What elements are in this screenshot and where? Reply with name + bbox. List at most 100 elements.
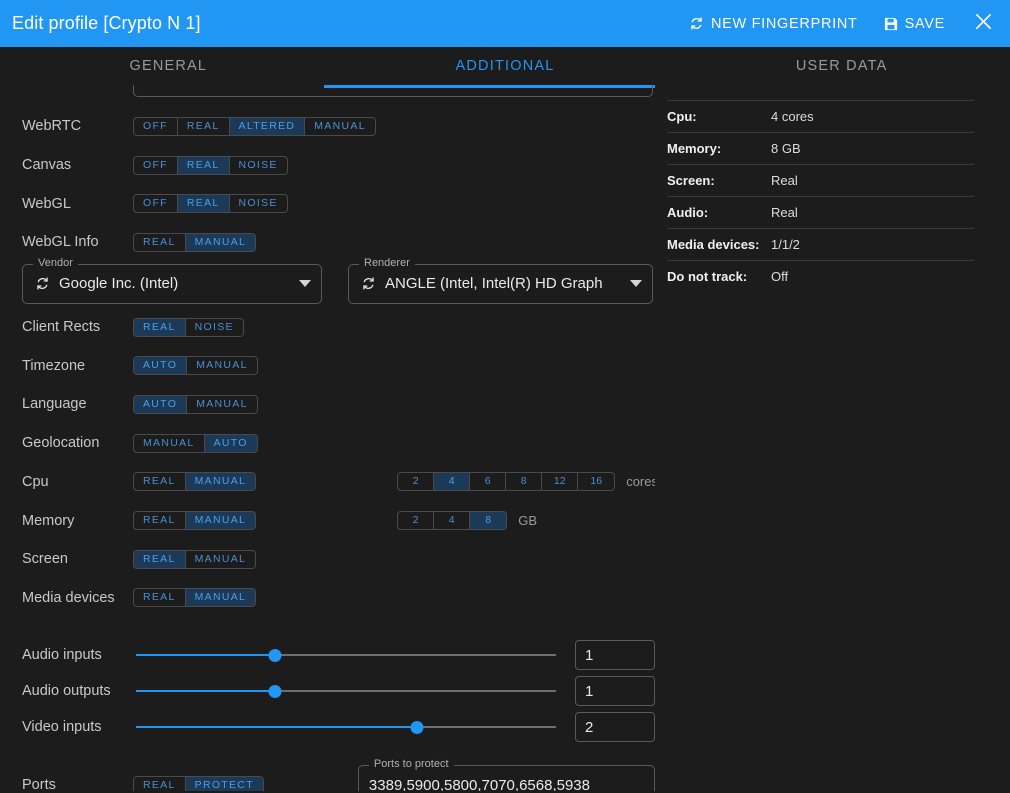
toggle-language-manual[interactable]: MANUAL [187, 396, 257, 413]
toggle-media-devices-real[interactable]: REAL [134, 589, 186, 607]
setting-row-screen: Screen REAL MANUAL [0, 540, 655, 579]
tab-user-data[interactable]: USER DATA [673, 58, 1010, 74]
clipped-field-above [133, 85, 653, 97]
vendor-value: Google Inc. (Intel) [59, 275, 179, 293]
toggle-webgl-info-real[interactable]: REAL [134, 233, 186, 251]
slider-thumb[interactable] [410, 720, 424, 734]
cpu-cores-6[interactable]: 6 [470, 473, 507, 491]
toggle-group-canvas: OFF REAL NOISE [133, 155, 288, 175]
setting-control-memory: REAL MANUAL [133, 511, 257, 531]
fingerprint-summary-pane: Geolocation: Auto Cpu: 4 cores Memory: 8… [655, 85, 1010, 791]
refresh-icon[interactable] [35, 276, 50, 291]
new-fingerprint-label: NEW FINGERPRINT [710, 15, 858, 32]
toggle-webrtc-manual[interactable]: MANUAL [305, 118, 375, 135]
setting-control-cpu: REAL MANUAL [133, 472, 257, 492]
tab-additional[interactable]: ADDITIONAL [337, 58, 674, 74]
cpu-cores-16[interactable]: 16 [578, 473, 614, 490]
toggle-media-devices-manual[interactable]: MANUAL [185, 589, 256, 607]
toggle-group-cpu: REAL MANUAL [133, 472, 257, 492]
vendor-select[interactable]: Vendor Google Inc. (Intel) [22, 256, 322, 304]
toggle-timezone-manual[interactable]: MANUAL [187, 357, 257, 374]
tab-bar: GENERAL ADDITIONAL USER DATA [0, 47, 1010, 88]
setting-row-webgl: WebGL OFF REAL NOISE [0, 184, 655, 223]
toggle-webgl-noise[interactable]: NOISE [230, 195, 287, 212]
toggle-group-ports: REAL PROTECT [133, 775, 264, 791]
floppy-disk-icon [884, 17, 898, 31]
chevron-down-icon[interactable] [630, 280, 642, 288]
setting-row-client-rects: Client Rects REAL NOISE [0, 308, 655, 347]
chevron-down-icon[interactable] [299, 280, 311, 288]
toggle-cpu-manual[interactable]: MANUAL [185, 473, 256, 491]
toggle-memory-real[interactable]: REAL [134, 512, 186, 530]
vendor-legend: Vendor [33, 256, 78, 269]
tab-general[interactable]: GENERAL [0, 58, 337, 74]
toggle-canvas-real[interactable]: REAL [177, 156, 230, 174]
info-value-screen: Real [771, 164, 974, 197]
toggle-webrtc-altered[interactable]: ALTERED [229, 117, 306, 135]
setting-control-ports: REAL PROTECT [133, 775, 264, 791]
toggle-client-rects-noise[interactable]: NOISE [186, 319, 243, 336]
slider-row-audio-inputs: Audio inputs [0, 637, 655, 673]
memory-size-2[interactable]: 2 [398, 512, 435, 530]
slider-thumb[interactable] [268, 684, 282, 698]
toggle-geolocation-auto[interactable]: AUTO [204, 434, 257, 452]
cpu-cores-8[interactable]: 8 [506, 473, 543, 491]
setting-control-media-devices: REAL MANUAL [133, 588, 257, 608]
toggle-screen-real[interactable]: REAL [134, 550, 186, 568]
refresh-icon[interactable] [361, 276, 376, 291]
info-key-screen: Screen: [667, 164, 771, 197]
slider-audio-inputs[interactable] [136, 646, 556, 664]
toggle-webgl-real[interactable]: REAL [177, 195, 230, 213]
toggle-webgl-off[interactable]: OFF [134, 195, 178, 213]
info-value-memory: 8 GB [771, 132, 974, 165]
toggle-client-rects-real[interactable]: REAL [134, 318, 186, 336]
setting-label-language: Language [22, 396, 87, 413]
toggle-language-auto[interactable]: AUTO [134, 395, 188, 413]
cpu-cores-4[interactable]: 4 [434, 473, 471, 491]
toggle-cpu-real[interactable]: REAL [134, 473, 186, 491]
setting-row-cpu: Cpu REAL MANUAL 2 4 6 8 12 16 cores [0, 463, 655, 502]
audio-outputs-value-input[interactable] [575, 676, 655, 707]
toggle-webrtc-real[interactable]: REAL [178, 117, 230, 135]
close-button[interactable] [973, 11, 994, 37]
toggle-webrtc-off[interactable]: OFF [134, 117, 178, 135]
window-title: Edit profile [Crypto N 1] [12, 13, 201, 33]
toggle-geolocation-manual[interactable]: MANUAL [134, 434, 205, 452]
toggle-canvas-noise[interactable]: NOISE [230, 157, 287, 174]
info-key-audio: Audio: [667, 196, 771, 229]
video-inputs-value-input[interactable] [575, 712, 655, 743]
table-row: Cpu: 4 cores [667, 100, 974, 133]
info-value-do-not-track: Off [771, 268, 789, 284]
audio-inputs-value-input[interactable] [575, 640, 655, 671]
table-row: Media devices: 1/1/2 [667, 228, 974, 261]
ports-to-protect-input[interactable] [368, 776, 644, 791]
cpu-cores-12[interactable]: 12 [542, 473, 579, 491]
setting-label-memory: Memory [22, 512, 75, 529]
cpu-cores-group: 2 4 6 8 12 16 [397, 472, 616, 492]
slider-audio-outputs[interactable] [136, 682, 556, 700]
toggle-group-webgl: OFF REAL NOISE [133, 194, 288, 214]
slider-video-inputs[interactable] [136, 718, 556, 736]
cpu-cores-2[interactable]: 2 [398, 473, 435, 491]
slider-fill [136, 690, 275, 693]
toggle-canvas-off[interactable]: OFF [134, 156, 178, 174]
info-value-audio: Real [771, 196, 974, 229]
toggle-timezone-auto[interactable]: AUTO [134, 357, 188, 375]
memory-size-4[interactable]: 4 [434, 512, 471, 530]
toggle-ports-protect[interactable]: PROTECT [185, 776, 263, 791]
new-fingerprint-button[interactable]: NEW FINGERPRINT [689, 16, 858, 32]
memory-size-8[interactable]: 8 [470, 512, 507, 530]
setting-row-ports: Ports REAL PROTECT Ports to protect [0, 758, 655, 791]
setting-row-timezone: Timezone AUTO MANUAL [0, 346, 655, 385]
renderer-select[interactable]: Renderer ANGLE (Intel, Intel(R) HD Graph [348, 256, 653, 304]
ports-to-protect-field[interactable]: Ports to protect [357, 758, 655, 791]
toggle-webgl-info-manual[interactable]: MANUAL [185, 233, 256, 251]
info-value-cpu: 4 cores [771, 100, 974, 133]
toggle-ports-real[interactable]: REAL [134, 776, 186, 791]
save-button[interactable]: SAVE [884, 16, 945, 32]
toggle-screen-manual[interactable]: MANUAL [186, 551, 256, 568]
toggle-memory-manual[interactable]: MANUAL [185, 512, 256, 530]
setting-control-webgl: OFF REAL NOISE [133, 194, 288, 214]
slider-thumb[interactable] [268, 648, 282, 662]
setting-label-ports: Ports [22, 777, 56, 791]
